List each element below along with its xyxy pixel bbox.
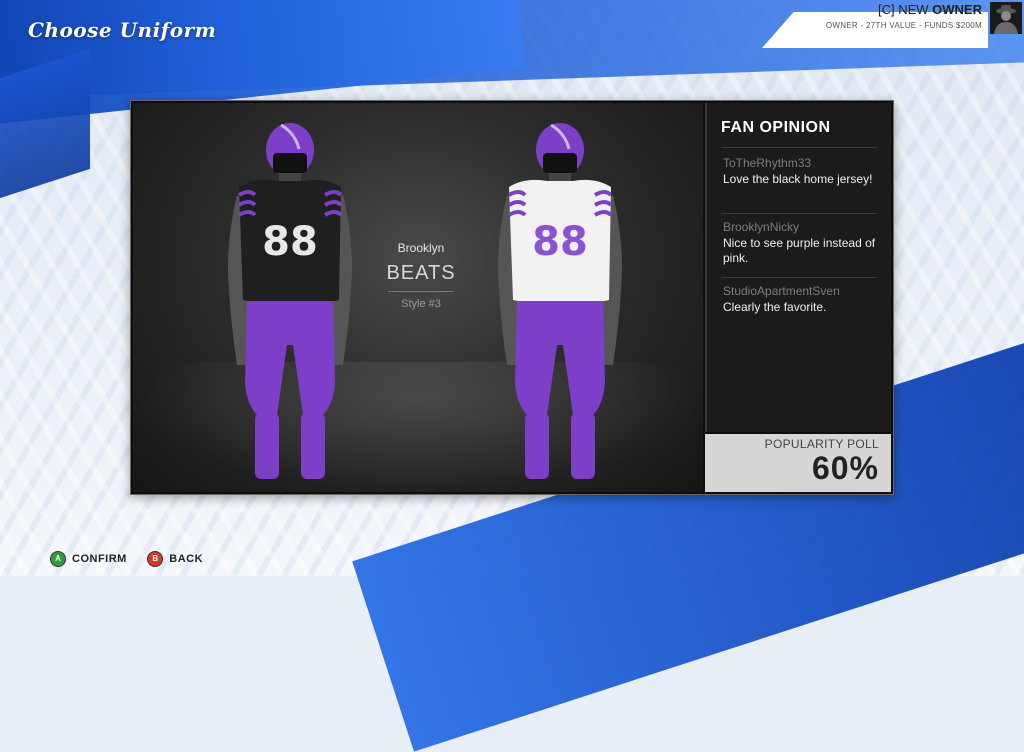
left-leg xyxy=(255,413,279,479)
back-button[interactable]: B BACK xyxy=(147,550,204,567)
a-button-icon: A xyxy=(50,550,66,567)
divider xyxy=(721,147,877,148)
team-info: Brooklyn BEATS Style #3 xyxy=(373,241,469,310)
controller-hints: A CONFIRM B BACK xyxy=(50,548,219,567)
b-button-icon: B xyxy=(147,550,164,567)
uniform-panel: 88 88 Brooklyn BEATS Style #3 FAN OPINIO… xyxy=(130,100,894,495)
owner-tag: [C] NEW xyxy=(877,2,929,17)
jersey-number: 88 xyxy=(532,219,588,265)
right-leg xyxy=(301,413,325,479)
page-title: Choose Uniform xyxy=(28,18,217,42)
confirm-label: CONFIRM xyxy=(72,552,127,565)
player-home-uniform: 88 xyxy=(228,123,352,479)
fan-comment: BrooklynNicky Nice to see purple instead… xyxy=(723,220,879,266)
back-label: BACK xyxy=(169,552,204,565)
fan-opinion-panel: FAN OPINION ToTheRhythm33 Love the black… xyxy=(705,103,891,432)
pants xyxy=(515,301,605,415)
popularity-poll: POPULARITY POLL 60% xyxy=(705,434,891,492)
owner-name: [C] NEW OWNER xyxy=(878,2,982,17)
fan-comment-user: StudioApartmentSven xyxy=(723,284,840,298)
uniform-preview-stage[interactable]: 88 88 Brooklyn BEATS Style #3 xyxy=(133,103,703,492)
fan-comment-text: Nice to see purple instead of pink. xyxy=(723,236,876,265)
fan-comment-user: BrooklynNicky xyxy=(723,220,800,234)
popularity-poll-value: 60% xyxy=(811,450,879,486)
owner-silhouette-icon xyxy=(990,2,1022,34)
facemask xyxy=(543,153,577,173)
facemask xyxy=(273,153,307,173)
player-away-uniform: 88 xyxy=(498,123,622,479)
fan-comment-text: Clearly the favorite. xyxy=(723,300,827,314)
fan-comment-user: ToTheRhythm33 xyxy=(723,156,812,170)
owner-subtitle: OWNER - 27TH VALUE - FUNDS $200M xyxy=(825,21,982,30)
right-leg xyxy=(571,413,595,479)
jersey-number: 88 xyxy=(262,219,318,265)
fan-comment: ToTheRhythm33 Love the black home jersey… xyxy=(723,156,879,187)
left-leg xyxy=(525,413,549,479)
divider xyxy=(721,213,877,214)
owner-avatar xyxy=(990,2,1022,34)
owner-card xyxy=(762,12,988,48)
confirm-button[interactable]: A CONFIRM xyxy=(50,550,127,567)
team-name: BEATS xyxy=(386,262,456,284)
pants xyxy=(245,301,335,415)
divider xyxy=(721,277,877,278)
team-city: Brooklyn xyxy=(397,241,445,255)
owner-role: OWNER xyxy=(932,2,982,17)
uniform-style: Style #3 xyxy=(401,298,441,310)
popularity-poll-label: POPULARITY POLL xyxy=(764,437,879,451)
fan-comment: StudioApartmentSven Clearly the favorite… xyxy=(723,284,879,315)
fan-opinion-title: FAN OPINION xyxy=(721,119,831,136)
divider xyxy=(388,291,454,292)
fan-comment-text: Love the black home jersey! xyxy=(723,172,873,186)
